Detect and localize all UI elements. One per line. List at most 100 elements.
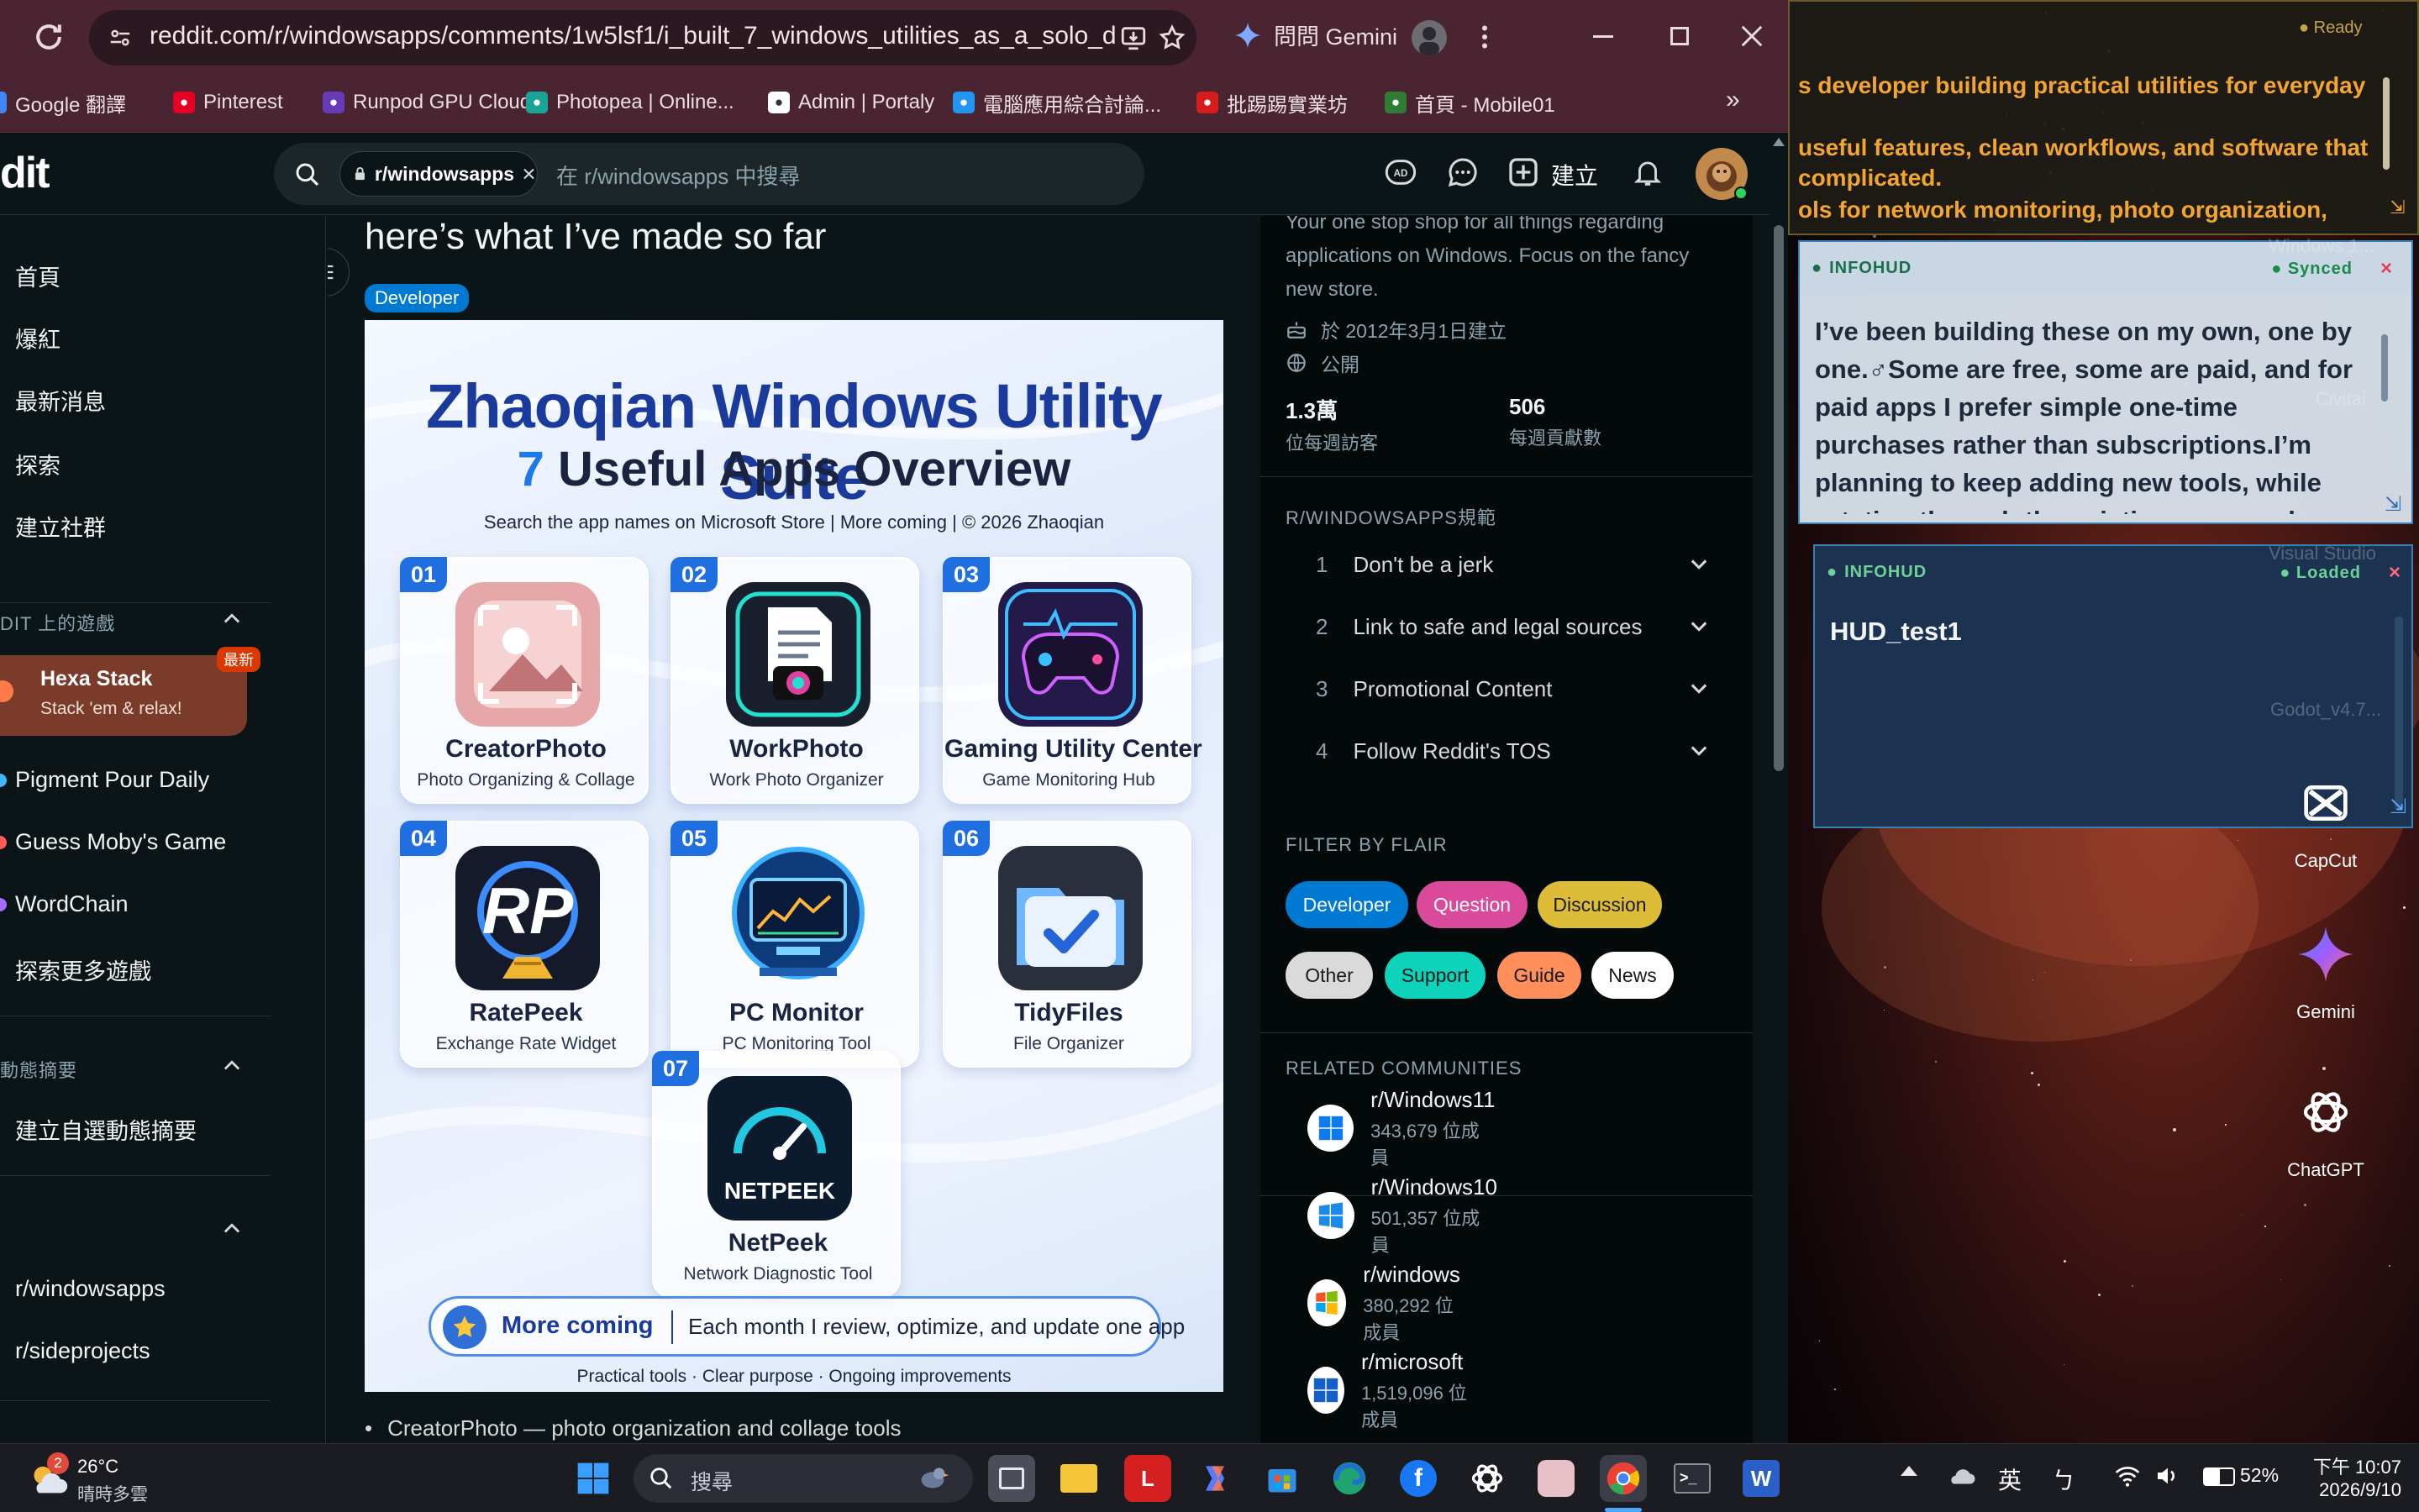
notification-bell-icon[interactable] xyxy=(1627,151,1669,193)
rule-item[interactable]: 4 Follow Reddit's TOS xyxy=(1316,738,1711,764)
taskbar-search[interactable]: 搜尋 xyxy=(634,1454,973,1503)
hud-scrollbar[interactable] xyxy=(2395,617,2403,810)
app-card[interactable]: 01 CreatorPhoto Photo Organizing & Collage xyxy=(400,557,649,804)
advertise-icon[interactable]: AD xyxy=(1380,151,1422,193)
bookmark-star-icon[interactable] xyxy=(1158,24,1186,52)
explore-more-games[interactable]: 探索更多遊戲 xyxy=(15,953,151,986)
flair-filter-pill[interactable]: Discussion xyxy=(1538,881,1662,928)
edge-button[interactable] xyxy=(1326,1455,1373,1502)
resize-handle-icon[interactable]: ⇲ xyxy=(2390,198,2408,217)
bookmark-item[interactable]: ● Admin | Portaly xyxy=(768,84,934,121)
app-card[interactable]: 04 RP RatePeek Exchange Rate Widget xyxy=(400,821,649,1068)
collapse-chevron-icon[interactable] xyxy=(220,1054,244,1078)
related-community-item[interactable]: r/Windows10 501,357 位成員 xyxy=(1307,1174,1497,1256)
chat-icon[interactable] xyxy=(1442,151,1484,193)
hud-close-icon[interactable]: × xyxy=(2389,561,2401,585)
nav-item[interactable]: 首頁 xyxy=(15,260,60,292)
flair-filter-pill[interactable]: News xyxy=(1591,952,1674,999)
bookmark-item[interactable]: ● 首頁 - Mobile01 xyxy=(1385,84,1555,121)
word-button[interactable]: W xyxy=(1738,1455,1785,1502)
hud-close-icon[interactable]: × xyxy=(2380,257,2393,281)
battery-icon[interactable] xyxy=(2203,1467,2235,1486)
bookmark-item[interactable]: ● Pinterest xyxy=(173,84,283,121)
chrome-button[interactable] xyxy=(1600,1455,1647,1502)
community-item[interactable]: r/windowsapps xyxy=(15,1276,166,1302)
resize-handle-icon[interactable]: ⇲ xyxy=(2385,492,2401,517)
search-bar[interactable]: r/windowsapps 在 r/windowsapps 中搜尋 xyxy=(274,143,1144,205)
bookmark-item[interactable]: ● Photopea | Online... xyxy=(526,84,734,121)
close-icon[interactable] xyxy=(1739,24,1764,49)
nav-item[interactable]: 最新消息 xyxy=(15,384,106,417)
app-card[interactable]: 06 TidyFiles File Organizer xyxy=(943,821,1191,1068)
app-card[interactable]: 03 Gaming Utility Center Game Monitoring H… xyxy=(943,557,1202,804)
gemini-button[interactable]: 問問 Gemini xyxy=(1233,18,1397,51)
weather-temp[interactable]: 26°C xyxy=(77,1456,118,1478)
resize-handle-icon[interactable]: ⇲ xyxy=(2390,795,2406,819)
terminal-button[interactable]: >_ xyxy=(1669,1455,1716,1502)
nav-item[interactable]: 爆紅 xyxy=(15,322,60,354)
url-text[interactable]: reddit.com/r/windowsapps/comments/1w5lsf… xyxy=(150,22,1116,50)
app-card[interactable]: 05 PC Monitor PC Monitoring Tool xyxy=(670,821,919,1068)
ime-indicator[interactable]: 英 xyxy=(1998,1462,2022,1496)
app-l-button[interactable]: L xyxy=(1124,1455,1171,1502)
collapse-chevron-icon[interactable] xyxy=(220,1217,244,1241)
desktop-icon-gemini[interactable]: Gemini xyxy=(2275,924,2376,1033)
maximize-icon[interactable] xyxy=(1670,27,1689,45)
sidebar-toggle-button[interactable] xyxy=(328,248,350,297)
clock-time[interactable]: 下午 10:07 xyxy=(2309,1452,2401,1479)
copilot-button[interactable] xyxy=(1191,1455,1238,1502)
reddit-logo[interactable]: dit xyxy=(0,148,50,198)
post-image[interactable]: Zhaoqian Windows Utility Suite 7 Useful … xyxy=(365,320,1223,1392)
clock-date[interactable]: 2026/9/10 xyxy=(2301,1479,2401,1501)
chip-remove-icon[interactable] xyxy=(521,165,537,182)
desktop-icon-capcut[interactable]: CapCut xyxy=(2275,773,2376,871)
bookmark-item[interactable]: ● Google 翻譯 xyxy=(0,84,126,121)
bookmark-item[interactable]: ● Runpod GPU Cloud xyxy=(323,84,531,121)
game-item[interactable]: Pigment Pour Daily xyxy=(15,767,209,793)
create-custom-feed[interactable]: 建立自選動態摘要 xyxy=(15,1113,197,1146)
rule-item[interactable]: 2 Link to safe and legal sources xyxy=(1316,614,1711,640)
install-app-icon[interactable] xyxy=(1119,24,1148,52)
chevron-down-icon[interactable] xyxy=(1687,738,1711,764)
weather-desc[interactable]: 晴時多雲 xyxy=(77,1481,148,1506)
related-community-item[interactable]: r/windows 380,292 位成員 xyxy=(1307,1262,1469,1343)
facebook-button[interactable]: f xyxy=(1395,1455,1442,1502)
site-info-icon[interactable] xyxy=(108,25,133,50)
file-explorer-button[interactable] xyxy=(1055,1455,1102,1502)
featured-game-card[interactable]: Hexa Stack Stack 'em & relax! xyxy=(0,655,247,736)
chatgpt-button[interactable] xyxy=(1464,1455,1511,1502)
collapse-chevron-icon[interactable] xyxy=(220,607,244,631)
search-placeholder[interactable]: 在 r/windowsapps 中搜尋 xyxy=(556,160,800,191)
desktop-icon-chatgpt[interactable]: ChatGPT xyxy=(2275,1082,2376,1191)
post-flair[interactable]: Developer xyxy=(365,284,470,312)
game-item[interactable]: WordChain xyxy=(15,891,129,917)
app-avatar-button[interactable] xyxy=(1533,1455,1580,1502)
community-item[interactable]: r/sideprojects xyxy=(15,1338,150,1364)
rule-item[interactable]: 1 Don't be a jerk xyxy=(1316,552,1711,578)
tray-overflow-icon[interactable] xyxy=(1901,1466,1917,1476)
app-card[interactable]: 07 NETPEEK NetPeek Network Diagnostic Tool xyxy=(652,1051,901,1298)
game-item[interactable]: Guess Moby's Game xyxy=(15,829,226,855)
create-post-icon[interactable] xyxy=(1502,151,1544,193)
minimize-icon[interactable] xyxy=(1593,35,1613,38)
scrollbar-thumb[interactable] xyxy=(1774,225,1784,771)
related-community-item[interactable]: r/microsoft 1,519,096 位成員 xyxy=(1307,1349,1473,1431)
app-card[interactable]: 02 WorkPhoto Work Photo Organizer xyxy=(670,557,919,804)
rule-item[interactable]: 3 Promotional Content xyxy=(1316,676,1711,702)
bookmarks-overflow-icon[interactable]: » xyxy=(1726,86,1740,114)
onedrive-icon[interactable] xyxy=(1946,1462,1976,1488)
profile-avatar[interactable] xyxy=(1412,20,1447,55)
games-section-header[interactable]: DIT 上的遊戲 xyxy=(0,609,115,636)
related-community-item[interactable]: r/Windows11 343,679 位成員 xyxy=(1307,1087,1496,1168)
amber-scrollbar[interactable] xyxy=(2383,77,2390,170)
flair-filter-pill[interactable]: Support xyxy=(1385,952,1486,999)
store-button[interactable] xyxy=(1259,1455,1306,1502)
weather-widget[interactable]: 2 xyxy=(25,1452,76,1503)
chevron-down-icon[interactable] xyxy=(1687,676,1711,702)
nav-item[interactable]: 建立社群 xyxy=(15,510,106,543)
flair-filter-pill[interactable]: Question xyxy=(1417,881,1528,928)
volume-icon[interactable] xyxy=(2154,1464,2181,1488)
reload-icon[interactable] xyxy=(30,18,67,55)
address-bar[interactable]: reddit.com/r/windowsapps/comments/1w5lsf… xyxy=(89,10,1196,66)
feeds-section-header[interactable]: 動態摘要 xyxy=(0,1056,77,1083)
